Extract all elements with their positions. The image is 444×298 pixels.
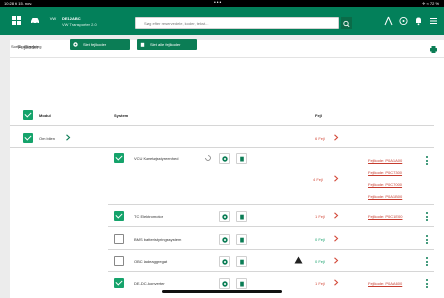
app-bar: VW DE12ABC VW Transporter 2.0: [0, 7, 444, 35]
row-delete-button[interactable]: [236, 234, 247, 245]
row-info-button[interactable]: [219, 256, 230, 267]
row-info-button[interactable]: [219, 234, 230, 245]
chevron-right-icon[interactable]: [65, 134, 71, 141]
info-icon: [222, 214, 228, 220]
fault-code-link[interactable]: Fejlkode: P0A1B00: [368, 194, 402, 199]
loading-spinner-icon: [205, 155, 211, 161]
status-bar: 10:28 ti 15. nov. ••• ✈ ≈ 72 %: [0, 0, 444, 7]
trash-icon: [140, 42, 145, 47]
person-icon[interactable]: [384, 16, 393, 26]
vehicle-badge: VW: [49, 16, 57, 21]
info-icon: [222, 156, 228, 162]
fault-code-link[interactable]: Fejlkode: P0C1E00: [368, 214, 402, 219]
chevron-right-icon[interactable]: [333, 257, 339, 264]
row-divider: [108, 204, 434, 205]
delete-fault-codes-label: Slet fejlkoder: [83, 42, 107, 47]
fault-code-link[interactable]: Fejlkode: P0AA600: [368, 281, 402, 286]
chevron-right-icon[interactable]: [333, 175, 339, 182]
title-divider: [10, 57, 444, 58]
group-fault-count: 6 Fejl: [315, 136, 325, 141]
row-delete-button[interactable]: [236, 278, 247, 289]
header-module: Modul: [39, 113, 51, 118]
row-divider: [108, 249, 434, 250]
row-info-button[interactable]: [219, 278, 230, 289]
row-fault-count: 1 Fejl: [315, 281, 325, 286]
vehicle-selector[interactable]: VW DE12ABC VW Transporter 2.0: [47, 14, 103, 29]
row-checkbox[interactable]: [114, 234, 124, 244]
trash-icon: [240, 214, 244, 220]
chevron-right-icon[interactable]: [333, 212, 339, 219]
select-all-checkbox[interactable]: [23, 110, 33, 120]
help-icon[interactable]: [399, 16, 408, 26]
status-indicators: ✈ ≈ 72 %: [422, 1, 439, 6]
row-checkbox[interactable]: [114, 278, 124, 288]
row-info-button[interactable]: [219, 211, 230, 222]
search-input[interactable]: [144, 19, 332, 28]
row-system-name: VCU Køretøjsstyreenhed: [134, 156, 179, 161]
delete-all-fault-codes-button[interactable]: Slet alle fejlkoder: [137, 39, 197, 50]
chevron-right-icon[interactable]: [333, 279, 339, 286]
vehicle-plate: DE12ABC: [62, 16, 81, 21]
chevron-right-icon[interactable]: [333, 134, 339, 141]
notification-bell-icon[interactable]: [414, 16, 423, 26]
refresh-icon: [73, 42, 78, 47]
search-button[interactable]: [341, 17, 352, 29]
delete-all-fault-codes-label: Slet alle fejlkoder: [150, 42, 181, 47]
hamburger-menu-icon[interactable]: [429, 16, 438, 26]
info-icon: [222, 259, 228, 265]
trash-icon: [240, 259, 244, 265]
row-fault-count: 1 Fejl: [315, 214, 325, 219]
group-checkbox[interactable]: [23, 133, 33, 143]
row-system-name: TC Elektromotor: [134, 214, 164, 219]
row-delete-button[interactable]: [236, 211, 247, 222]
status-time: 10:28 ti 15. nov.: [4, 1, 33, 6]
vehicle-model: VW Transporter 2.0: [62, 22, 97, 27]
trash-icon: [240, 281, 244, 287]
row-fault-count: 0 Fejl: [315, 259, 325, 264]
print-icon[interactable]: [429, 45, 438, 54]
fault-code-link[interactable]: Fejlkode: P0C7000: [368, 182, 402, 187]
trash-icon: [240, 237, 244, 243]
sort-label: Sortér udlæsning: [11, 44, 42, 49]
row-more-options-icon[interactable]: [425, 279, 428, 288]
row-more-options-icon[interactable]: [425, 257, 428, 266]
row-checkbox[interactable]: [114, 153, 124, 163]
row-checkbox[interactable]: [114, 256, 124, 266]
row-delete-button[interactable]: [236, 153, 247, 164]
row-info-button[interactable]: [219, 153, 230, 164]
info-icon: [222, 281, 228, 287]
grid-menu-icon[interactable]: [12, 16, 21, 25]
trash-icon: [240, 156, 244, 162]
row-delete-button[interactable]: [236, 256, 247, 267]
row-divider: [108, 226, 434, 227]
info-icon: [222, 237, 228, 243]
header-system: System: [114, 113, 129, 118]
row-divider: [108, 271, 434, 272]
row-fault-count: 0 Fejl: [315, 237, 325, 242]
row-system-name: OBC ladeaggregat: [134, 259, 168, 264]
row-system-name: DE-DC-konverter: [134, 281, 165, 286]
fault-code-link[interactable]: Fejlkode: P0A1A00: [368, 158, 402, 163]
group-divider: [10, 147, 434, 148]
delete-fault-codes-button[interactable]: Slet fejlkoder: [70, 39, 130, 50]
fault-code-link[interactable]: Fejlkode: P0C7300: [368, 170, 402, 175]
header-fault: Fejl: [315, 113, 322, 118]
row-more-options-icon[interactable]: [425, 212, 428, 221]
header-divider: [10, 125, 434, 126]
search-box: [135, 17, 339, 29]
home-indicator: [162, 290, 282, 293]
row-checkbox[interactable]: [114, 211, 124, 221]
row-system-name: BMS batteristyringssystem: [134, 237, 182, 242]
row-fault-count: 4 Fejl: [313, 177, 323, 182]
car-icon[interactable]: [30, 16, 40, 25]
status-dots: •••: [214, 0, 223, 6]
group-name: Om bilen: [39, 136, 56, 141]
row-more-options-icon[interactable]: [425, 235, 428, 244]
warning-icon: [294, 256, 303, 264]
row-more-options-icon[interactable]: [425, 156, 428, 165]
chevron-right-icon[interactable]: [333, 235, 339, 242]
search-icon: [343, 20, 350, 28]
